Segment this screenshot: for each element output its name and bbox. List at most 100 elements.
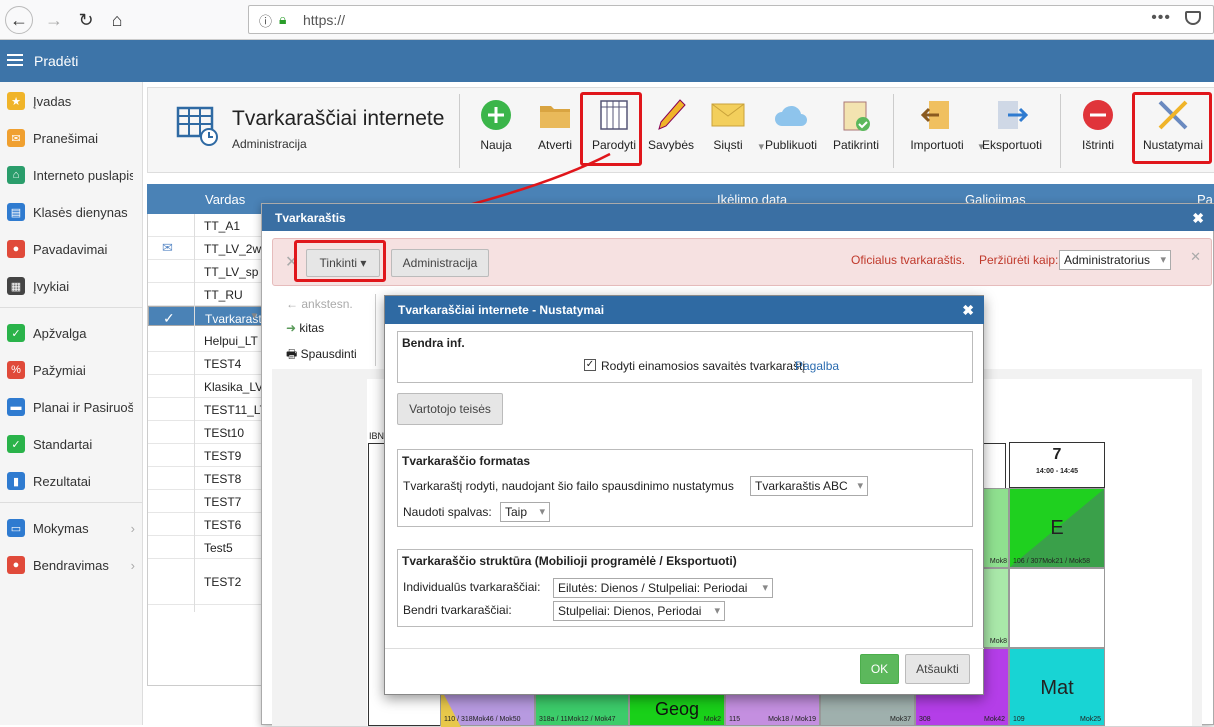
table-row[interactable]: TESt10 [148, 421, 262, 444]
menu-icon[interactable] [7, 54, 23, 66]
sidebar-item[interactable]: ▮ Rezultatai [0, 467, 143, 495]
toolbar-button-label: Importuoti [910, 138, 964, 152]
back-icon[interactable]: ← [5, 6, 33, 34]
table-row[interactable]: TEST7 [148, 490, 262, 513]
prev-link[interactable]: ← ankstesn. [286, 297, 353, 311]
lesson-cell-partial[interactable]: Mok8 [982, 568, 1009, 648]
toolbar-button[interactable]: Savybės [645, 96, 697, 162]
more-icon[interactable]: ••• [1151, 9, 1171, 27]
timetable-list: TT_A1 TT_LV_2w ✉ TT_LV_sp TT_RU Tvarkarašt ✓ He… [147, 214, 267, 686]
url-text[interactable]: https:// [303, 12, 345, 28]
close-alert-icon[interactable]: ✕ [1190, 249, 1201, 265]
row-name: TT_A1 [204, 219, 241, 233]
info-icon[interactable]: ⓘ [259, 11, 272, 30]
sidebar-item[interactable]: % Pažymiai [0, 356, 143, 384]
timetable-icon [176, 106, 218, 146]
row-name: TT_LV_2w [204, 242, 262, 256]
toolbar-divider [893, 94, 894, 168]
print-label: Spausdinti [300, 347, 357, 361]
individual-select[interactable]: Eilutės: Dienos / Stulpeliai: Periodai [553, 578, 773, 598]
table-row[interactable]: Tvarkarašt ✓ [148, 306, 262, 326]
toolbar-button[interactable]: Ištrinti [1073, 96, 1123, 162]
home-icon: ⌂ [7, 166, 25, 184]
help-link[interactable]: Pagalba [795, 359, 839, 373]
format-fieldset: Tvarkaraščio formatas Tvarkaraštį rodyti… [397, 449, 973, 527]
lesson-teacher: Mok42 [983, 716, 1005, 723]
sidebar-item[interactable]: ● Pavadavimai [0, 235, 143, 263]
table-row[interactable]: Helpui_LT [148, 329, 262, 352]
sidebar-item[interactable]: ★ Įvadas [0, 87, 143, 115]
reload-icon[interactable]: ↻ [72, 6, 100, 34]
sidebar-item[interactable]: ✓ Apžvalga [0, 319, 143, 347]
table-row[interactable]: TT_LV_2w ✉ [148, 237, 262, 260]
table-row[interactable]: TEST11_LT [148, 398, 267, 421]
table-row[interactable]: Klasika_LV [148, 375, 263, 398]
lesson-cell-partial[interactable]: Mok8 [982, 488, 1009, 568]
sidebar-item[interactable]: ⌂ Interneto puslapis [0, 161, 143, 189]
row-name: TESt10 [204, 426, 245, 440]
sidebar-item[interactable]: ▤ Klasės dienynas [0, 198, 143, 226]
ok-button[interactable]: OK [860, 654, 899, 684]
close-icon[interactable]: ✖ [962, 302, 974, 319]
show-current-label: Rodyti einamosios savaitės tvarkaraštį [601, 359, 806, 373]
sidebar-item[interactable]: ● Bendravimas › [0, 551, 143, 579]
table-row[interactable]: TEST6 [148, 513, 262, 536]
table-row[interactable]: TEST9 [148, 444, 262, 467]
table-row[interactable]: TT_A1 [148, 214, 262, 237]
table-row[interactable]: TT_RU [148, 283, 262, 306]
toolbar-button[interactable]: Siųsti ▾ [704, 96, 764, 162]
show-current-checkbox[interactable]: ✓ [584, 359, 596, 371]
period-number: 7 [1052, 446, 1062, 463]
cancel-button[interactable]: Atšaukti [905, 654, 970, 684]
add-icon [481, 100, 511, 130]
table-row[interactable]: TEST8 [148, 467, 262, 490]
footer-divider [385, 648, 984, 649]
toolbar-button[interactable]: Eksportuoti [977, 96, 1047, 162]
corner-label: IBN [369, 431, 385, 441]
common-select[interactable]: Stulpeliai: Dienos, Periodai [553, 601, 725, 621]
structure-fieldset: Tvarkaraščio struktūra (Mobilioji progra… [397, 549, 973, 627]
lesson-room: 308 [919, 716, 931, 723]
administration-button[interactable]: Administracija [391, 249, 489, 277]
table-row[interactable]: TEST4 [148, 352, 262, 375]
table-row[interactable]: TT_LV_sp [148, 260, 262, 283]
user-rights-button[interactable]: Vartotojo teisės [397, 393, 503, 425]
table-row[interactable]: TEST2 [148, 559, 262, 605]
general-legend: Bendra inf. [402, 336, 465, 350]
settings-dialog: Tvarkaraščiai internete - Nustatymai ✖ B… [384, 295, 984, 695]
sidebar-item[interactable]: ▬ Planai ir Pasiruošimai [0, 393, 143, 421]
delete-icon [1083, 100, 1113, 130]
address-bar[interactable]: ⓘ 🔒︎ https:// ••• [248, 5, 1214, 34]
toolbar-button-label: Savybės [647, 138, 695, 152]
view-as-select[interactable]: Administratorius [1059, 250, 1171, 270]
close-icon[interactable]: ✖ [1192, 210, 1204, 227]
general-fieldset: Bendra inf. ✓ Rodyti einamosios savaitės… [397, 331, 973, 383]
sidebar-item[interactable]: ✉ Pranešimai [0, 124, 143, 152]
row-name: TT_RU [204, 288, 243, 302]
format-select[interactable]: Tvarkaraštis ABC [750, 476, 868, 496]
format-label: Tvarkaraštį rodyti, naudojant šio failo … [403, 479, 734, 493]
check-circle-icon: ✓ [7, 324, 25, 342]
lesson-cell-e[interactable]: E 106 / 307Mok21 / Mok58 [1009, 488, 1105, 568]
lesson-cell-mat[interactable]: Mat 109 Mok25 [1009, 648, 1105, 726]
sidebar-item[interactable]: ▦ Įvykiai [0, 272, 143, 300]
sidebar-item[interactable]: ▭ Mokymas › [0, 514, 143, 542]
book-open-icon: ▭ [7, 519, 25, 537]
next-link[interactable]: ➜ kitas [286, 321, 324, 335]
lesson-rooms: 106 / 307Mok21 / Mok58 [1013, 558, 1091, 565]
row-name: TEST8 [204, 472, 242, 486]
colors-select[interactable]: Taip [500, 502, 550, 522]
toolbar-button[interactable]: Publikuoti [760, 96, 822, 162]
print-link[interactable]: 🖶 Spausdinti [286, 345, 357, 366]
lesson-rooms: 110 / 318Mok46 / Mok50 [444, 716, 521, 723]
forward-icon[interactable]: → [40, 6, 68, 34]
sidebar-item[interactable]: ✓ Standartai [0, 430, 143, 458]
col-header-name[interactable]: Vardas [205, 192, 245, 207]
table-row[interactable]: Test5 [148, 536, 262, 559]
pocket-icon[interactable] [1185, 11, 1201, 25]
sidebar-item-label: Planai ir Pasiruošimai [33, 399, 133, 415]
toolbar-button[interactable]: Patikrinti [828, 96, 884, 162]
app-title[interactable]: Pradėti [34, 53, 78, 69]
home-icon[interactable]: ⌂ [103, 6, 131, 34]
toolbar-button[interactable]: Importuoti ▾ [902, 96, 984, 162]
